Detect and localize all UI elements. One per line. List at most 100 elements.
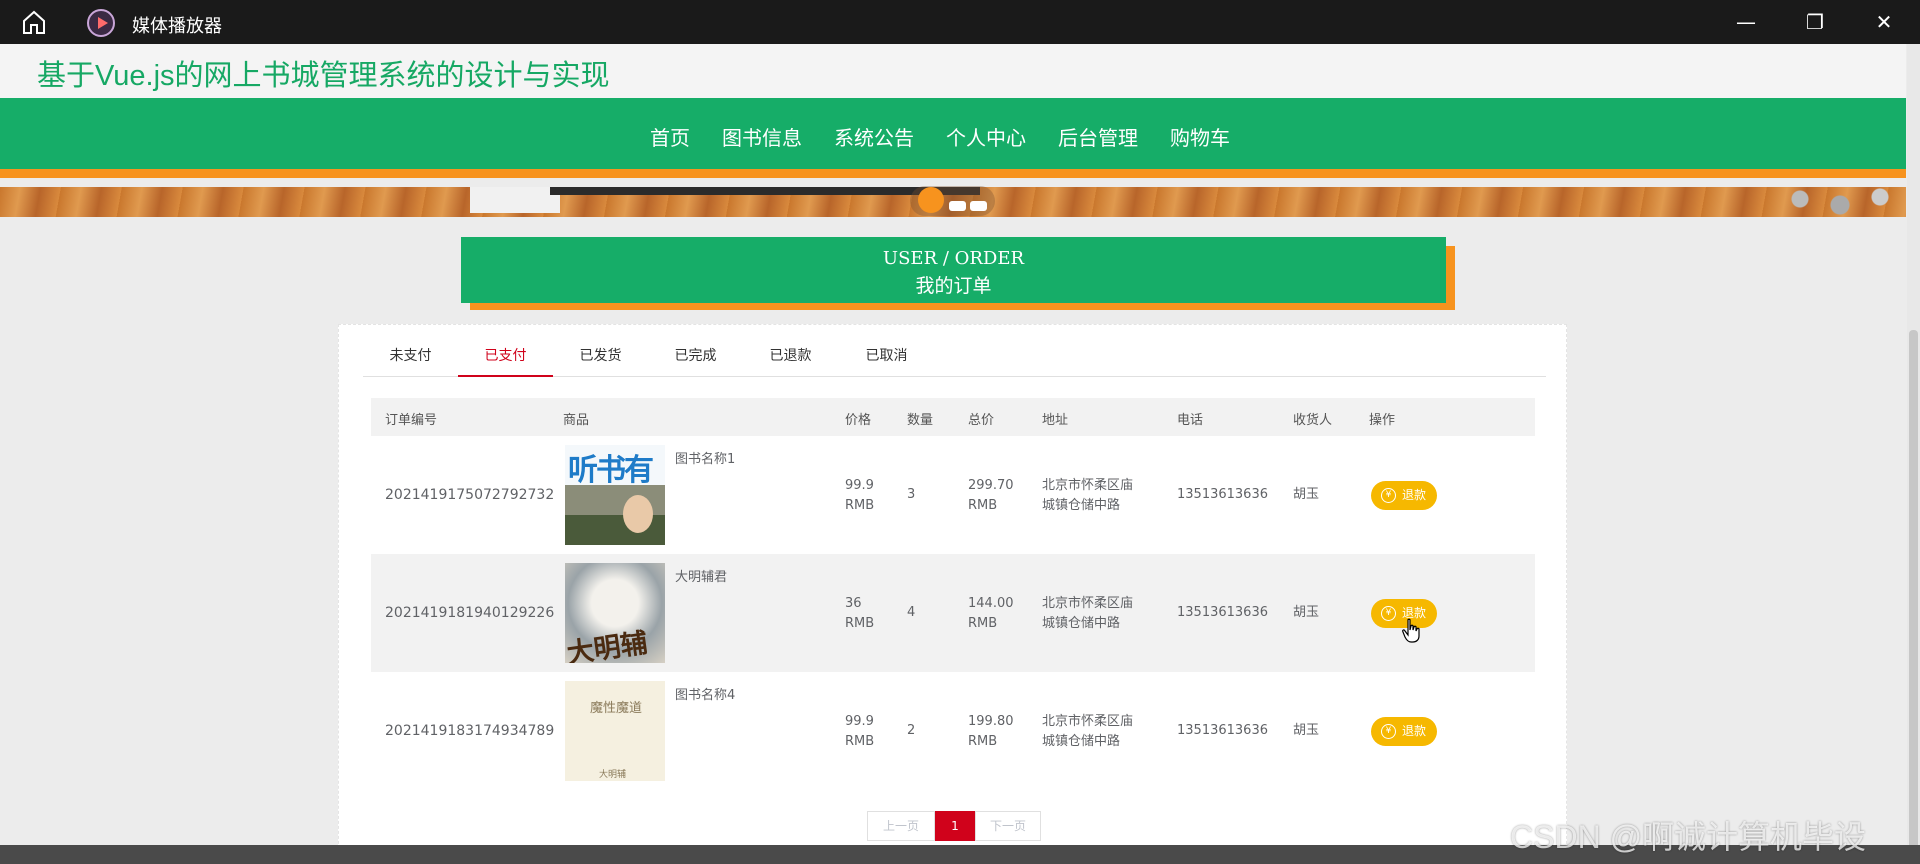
book-name[interactable]: 大明辅君 bbox=[675, 568, 727, 588]
nav-cart[interactable]: 购物车 bbox=[1170, 122, 1230, 151]
nav-home[interactable]: 首页 bbox=[650, 122, 690, 151]
total-unit: RMB bbox=[968, 734, 998, 749]
price-unit: RMB bbox=[845, 616, 875, 631]
window-title: 媒体播放器 bbox=[132, 16, 222, 37]
table-header: 订单编号 商品 价格 数量 总价 地址 电话 收货人 操作 bbox=[371, 398, 1535, 436]
col-address: 地址 bbox=[1042, 413, 1069, 428]
order-number: 2021419183174934789 bbox=[385, 723, 555, 739]
book-cover-text: 听书有 bbox=[568, 453, 654, 488]
table-row: 2021419175072792732 听书有 图书名称1 99.9 RMB 3… bbox=[371, 436, 1535, 554]
quantity: 2 bbox=[907, 723, 916, 738]
col-receiver: 收货人 bbox=[1293, 413, 1333, 428]
col-total: 总价 bbox=[968, 413, 995, 428]
page-number-current[interactable]: 1 bbox=[935, 811, 975, 841]
tab-paid[interactable]: 已支付 bbox=[458, 325, 553, 377]
nav-announcements[interactable]: 系统公告 bbox=[834, 122, 914, 151]
table-row: 2021419181940129226 大明辅君 大明辅君 36 RMB 4 1… bbox=[371, 554, 1535, 672]
carousel-dot[interactable] bbox=[970, 201, 987, 211]
section-header: USER / ORDER 我的订单 bbox=[461, 237, 1446, 303]
address-line2: 城镇仓储中路 bbox=[1042, 616, 1121, 631]
price-value: 99.9 bbox=[845, 714, 874, 729]
price-value: 36 bbox=[845, 596, 862, 611]
receiver: 胡玉 bbox=[1293, 487, 1320, 502]
close-button[interactable]: ✕ bbox=[1850, 0, 1918, 44]
phone: 13513613636 bbox=[1177, 605, 1268, 620]
total-value: 144.00 bbox=[968, 596, 1014, 611]
book-cover-text: 大明辅君 bbox=[565, 627, 650, 663]
quantity: 4 bbox=[907, 605, 916, 620]
tab-refunded[interactable]: 已退款 bbox=[743, 325, 838, 377]
tab-completed[interactable]: 已完成 bbox=[648, 325, 743, 377]
carousel-dot-active[interactable] bbox=[918, 187, 944, 213]
window-titlebar: 媒体播放器 — ❐ ✕ bbox=[0, 0, 1920, 44]
yen-icon: ¥ bbox=[1381, 606, 1396, 621]
refund-label: 退款 bbox=[1402, 724, 1427, 738]
refund-label: 退款 bbox=[1402, 488, 1427, 502]
nav-personal-center[interactable]: 个人中心 bbox=[946, 122, 1026, 151]
phone: 13513613636 bbox=[1177, 487, 1268, 502]
media-player-icon bbox=[87, 9, 115, 37]
section-title-en: USER / ORDER bbox=[882, 248, 1025, 269]
address-line2: 城镇仓储中路 bbox=[1042, 498, 1121, 513]
next-page-button[interactable]: 下一页 bbox=[975, 811, 1041, 841]
tab-unpaid[interactable]: 未支付 bbox=[363, 325, 458, 377]
quantity: 3 bbox=[907, 487, 916, 502]
maximize-button[interactable]: ❐ bbox=[1781, 0, 1849, 44]
order-number: 2021419181940129226 bbox=[385, 605, 555, 621]
site-header: 基于Vue.js的网上书城管理系统的设计与实现 bbox=[0, 44, 1906, 98]
col-price: 价格 bbox=[845, 413, 872, 428]
nav-book-info[interactable]: 图书信息 bbox=[722, 122, 802, 151]
home-icon[interactable] bbox=[20, 9, 48, 35]
total-value: 199.80 bbox=[968, 714, 1014, 729]
book-cover-image[interactable]: 听书有 bbox=[565, 445, 665, 545]
minimize-button[interactable]: — bbox=[1712, 0, 1780, 44]
book-name[interactable]: 图书名称4 bbox=[675, 686, 735, 706]
col-qty: 数量 bbox=[907, 413, 934, 428]
mouse-pointer-icon bbox=[1402, 618, 1420, 643]
col-order-no: 订单编号 bbox=[385, 413, 438, 428]
address-line1: 北京市怀柔区庙 bbox=[1042, 596, 1134, 611]
total-unit: RMB bbox=[968, 616, 998, 631]
scrollbar-thumb[interactable] bbox=[1909, 330, 1918, 850]
refund-button[interactable]: ¥ 退款 bbox=[1371, 717, 1437, 746]
address-line1: 北京市怀柔区庙 bbox=[1042, 714, 1134, 729]
price-value: 99.9 bbox=[845, 478, 874, 493]
carousel-dot[interactable] bbox=[949, 201, 966, 211]
total-value: 299.70 bbox=[968, 478, 1014, 493]
receiver: 胡玉 bbox=[1293, 605, 1320, 620]
book-cover-image[interactable]: 大明辅君 bbox=[565, 563, 665, 663]
table-row: 2021419183174934789 魔性魔道 大明辅 图书名称4 99.9 … bbox=[371, 672, 1535, 790]
pagination: 上一页 1 下一页 bbox=[867, 811, 1041, 841]
banner-decoration bbox=[470, 187, 560, 213]
tab-cancelled[interactable]: 已取消 bbox=[839, 325, 934, 377]
order-number: 2021419175072792732 bbox=[385, 487, 555, 503]
orders-panel: 未支付 已支付 已发货 已完成 已退款 已取消 订单编号 商品 价格 数量 总价… bbox=[338, 324, 1567, 864]
book-cover-image[interactable]: 魔性魔道 大明辅 bbox=[565, 681, 665, 781]
book-cover-text: 魔性魔道 bbox=[590, 701, 643, 716]
orders-table: 订单编号 商品 价格 数量 总价 地址 电话 收货人 操作 2021419175… bbox=[371, 398, 1535, 790]
watermark: CSDN @啊诚计算机毕设 bbox=[1510, 819, 1867, 855]
book-name[interactable]: 图书名称1 bbox=[675, 450, 735, 470]
yen-icon: ¥ bbox=[1381, 724, 1396, 739]
yen-icon: ¥ bbox=[1381, 488, 1396, 503]
site-title: 基于Vue.js的网上书城管理系统的设计与实现 bbox=[37, 60, 610, 92]
banner-decoration bbox=[1780, 187, 1906, 217]
main-nav: 首页 图书信息 系统公告 个人中心 后台管理 购物车 bbox=[0, 98, 1906, 178]
col-phone: 电话 bbox=[1177, 413, 1204, 428]
price-unit: RMB bbox=[845, 734, 875, 749]
receiver: 胡玉 bbox=[1293, 723, 1320, 738]
prev-page-button[interactable]: 上一页 bbox=[867, 811, 935, 841]
phone: 13513613636 bbox=[1177, 723, 1268, 738]
order-status-tabs: 未支付 已支付 已发货 已完成 已退款 已取消 bbox=[363, 325, 1546, 377]
col-action: 操作 bbox=[1369, 413, 1396, 428]
cover-decoration bbox=[623, 495, 653, 533]
total-unit: RMB bbox=[968, 498, 998, 513]
address-line1: 北京市怀柔区庙 bbox=[1042, 478, 1134, 493]
section-title-cn: 我的订单 bbox=[915, 275, 992, 297]
price-unit: RMB bbox=[845, 498, 875, 513]
nav-admin[interactable]: 后台管理 bbox=[1058, 122, 1138, 151]
refund-button[interactable]: ¥ 退款 bbox=[1371, 481, 1437, 510]
tab-shipped[interactable]: 已发货 bbox=[553, 325, 648, 377]
book-cover-subtext: 大明辅 bbox=[599, 770, 627, 780]
col-product: 商品 bbox=[563, 413, 590, 428]
